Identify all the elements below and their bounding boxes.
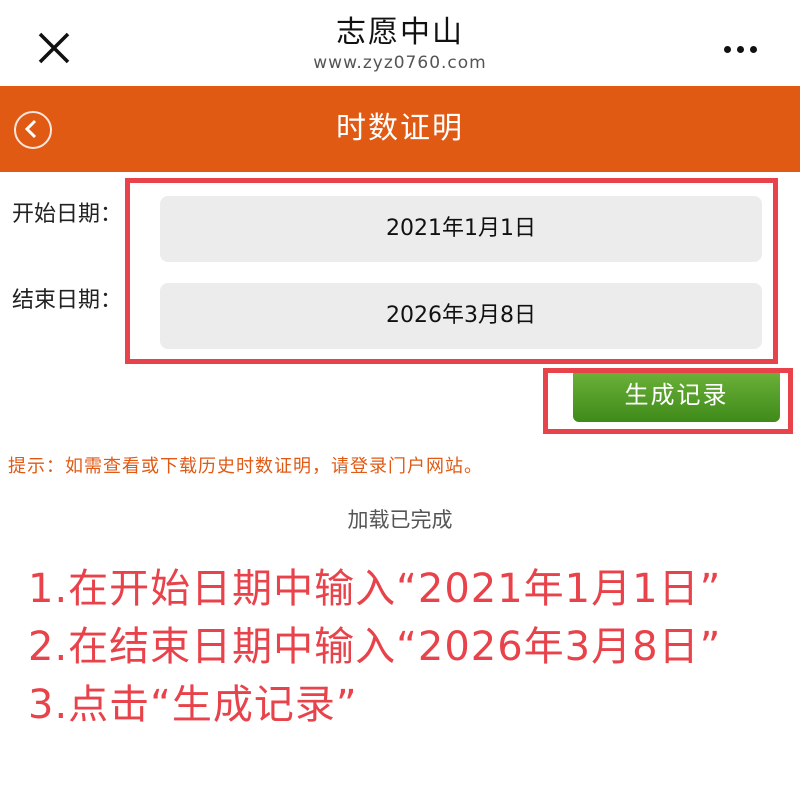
instruction-step-2: 2.在结束日期中输入“2026年3月8日” xyxy=(28,624,722,670)
title-block: 志愿中山 www.zyz0760.com xyxy=(0,14,800,74)
app-title: 志愿中山 xyxy=(336,15,464,50)
window-title-bar: 志愿中山 www.zyz0760.com xyxy=(0,0,800,86)
app-url: www.zyz0760.com xyxy=(313,53,487,73)
end-date-label: 结束日期： xyxy=(12,288,123,313)
nav-bar: 时数证明 xyxy=(0,86,800,172)
back-circle-icon[interactable] xyxy=(14,111,52,149)
loading-status: 加载已完成 xyxy=(347,508,453,532)
tip-text: 提示：如需查看或下载历史时数证明，请登录门户网站。 xyxy=(8,456,483,477)
page-title: 时数证明 xyxy=(336,111,464,146)
start-date-label: 开始日期： xyxy=(12,202,123,227)
button-highlight-box xyxy=(543,368,793,434)
date-highlight-box xyxy=(125,178,778,364)
more-icon[interactable] xyxy=(724,38,768,58)
instruction-step-3: 3.点击“生成记录” xyxy=(28,682,358,728)
instruction-step-1: 1.在开始日期中输入“2021年1月1日” xyxy=(28,566,722,612)
